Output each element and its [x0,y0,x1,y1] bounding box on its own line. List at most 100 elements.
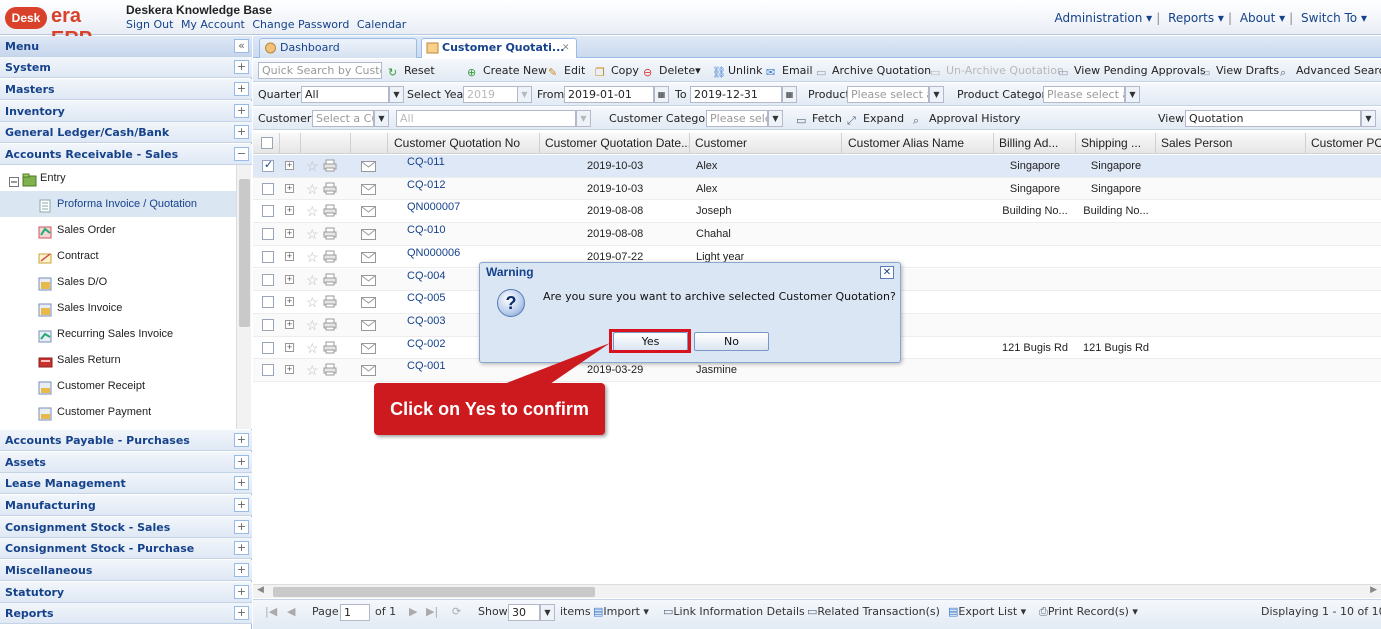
customer-category-select[interactable]: Please sele [706,110,768,127]
expand-row-icon[interactable]: + [285,342,294,352]
customer-all-select[interactable]: All [396,110,576,127]
next-page-icon[interactable]: ▶ [409,600,417,624]
printer-icon[interactable] [323,204,337,217]
col-sales-person[interactable]: Sales Person [1156,133,1306,154]
tab-customer-quotation[interactable]: Customer Quotati... ✕ [421,38,577,58]
chevron-down-icon[interactable]: ▼ [389,86,404,103]
sidebar-scrollbar[interactable] [236,165,251,429]
mail-icon[interactable] [361,229,376,241]
chevron-down-icon[interactable]: ▼ [374,110,389,127]
delete-button[interactable]: ⊖ Delete▾ [643,59,701,81]
calendar-icon[interactable]: ▦ [782,86,797,103]
related-transactions-button[interactable]: ▭Related Transaction(s) [807,600,940,624]
row-checkbox[interactable] [262,158,274,172]
mail-icon[interactable] [361,319,376,331]
printer-icon[interactable] [323,341,337,354]
quotation-number[interactable]: CQ-012 [407,178,446,200]
star-icon[interactable]: ☆ [306,316,319,334]
tree-item-sales-order[interactable]: Sales Order [0,217,236,243]
table-row[interactable]: + ☆ CQ-012 2019-10-03 Alex Singapore Singapore [253,177,1381,201]
mail-icon[interactable] [361,183,376,195]
expand-row-icon[interactable]: + [285,183,294,193]
reset-button[interactable]: ↻ Reset [388,59,435,81]
tree-item-customer-receipt[interactable]: Customer Receipt [0,373,236,399]
to-date-input[interactable]: 2019-12-31 [690,86,782,103]
sidebar-section-miscellaneous[interactable]: Miscellaneous + [0,560,252,581]
expand-icon[interactable]: + [234,606,249,620]
expand-icon[interactable]: + [234,563,249,577]
page-size-select[interactable]: 30 [508,604,540,621]
sidebar-section-consignment-sales[interactable]: Consignment Stock - Sales + [0,517,252,538]
printer-icon[interactable] [323,227,337,240]
export-list-button[interactable]: ▤Export List ▾ [948,600,1026,624]
quotation-number[interactable]: QN000006 [407,246,460,268]
from-date-input[interactable]: 2019-01-01 [564,86,654,103]
unarchive-quotation-button[interactable]: ▭ Un-Archive Quotation [930,59,1064,81]
quotation-number[interactable]: CQ-003 [407,314,446,336]
first-page-icon[interactable]: |◀ [265,600,277,624]
printer-icon[interactable] [323,273,337,286]
close-icon[interactable]: ✕ [880,266,894,279]
printer-icon[interactable] [323,159,337,172]
tree-item-customer-payment[interactable]: Customer Payment [0,399,236,425]
star-icon[interactable]: ☆ [306,225,319,243]
col-quotation-date[interactable]: Customer Quotation Date... [540,133,690,154]
sidebar-section-consignment-purchase[interactable]: Consignment Stock - Purchase + [0,538,252,559]
printer-icon[interactable] [323,295,337,308]
scroll-right-icon[interactable]: ▶ [1370,585,1377,595]
table-row[interactable]: + ☆ QN000007 2019-08-08 Joseph Building No...… [253,200,1381,224]
printer-icon[interactable] [323,182,337,195]
sidebar-section-statutory[interactable]: Statutory + [0,582,252,603]
grid-horizontal-scrollbar[interactable]: ◀ ▶ [253,584,1381,598]
view-select[interactable]: Quotation [1185,110,1361,127]
sign-out-link[interactable]: Sign Out [126,18,173,31]
chevron-down-icon[interactable]: ▼ [768,110,783,127]
printer-icon[interactable] [323,363,337,376]
printer-icon[interactable] [323,318,337,331]
tree-item-sales-do[interactable]: Sales D/O [0,269,236,295]
prev-page-icon[interactable]: ◀ [287,600,295,624]
star-icon[interactable]: ☆ [306,361,319,379]
approval-history-button[interactable]: ⌕ Approval History [913,107,1020,129]
sidebar-section-masters[interactable]: Masters + [0,79,252,100]
print-records-button[interactable]: ⎙Print Record(s) ▾ [1039,600,1138,624]
mail-icon[interactable] [361,161,376,172]
sidebar-section-reports[interactable]: Reports + [0,603,252,624]
scrollbar-thumb[interactable] [273,587,595,597]
row-checkbox[interactable] [262,250,274,263]
col-customer-po[interactable]: Customer PO [1306,133,1381,154]
expand-row-icon[interactable]: + [285,319,294,329]
chevron-down-icon[interactable]: ▼ [576,110,591,127]
tree-root-entry[interactable]: Entry [0,165,236,191]
col-customer[interactable]: Customer [690,133,842,154]
expand-icon[interactable]: + [234,520,249,534]
mail-icon[interactable] [361,251,376,263]
deskera-logo[interactable]: Desk era ERP [5,5,115,50]
copy-button[interactable]: ❐ Copy [595,59,639,81]
email-button[interactable]: ✉ Email [766,59,813,81]
tree-item-proforma-invoice[interactable]: Proforma Invoice / Quotation [0,191,236,217]
advanced-search-button[interactable]: ⌕Advanced Search [1280,59,1381,81]
expand-row-icon[interactable]: + [285,297,294,307]
refresh-icon[interactable]: ⟳ [452,600,461,624]
col-customer-alias[interactable]: Customer Alias Name [842,133,994,154]
chevron-down-icon[interactable]: ▼ [517,86,532,103]
col-quotation-no[interactable]: Customer Quotation No [388,133,540,154]
product-select[interactable]: Please select a [847,86,929,103]
expand-icon[interactable]: + [234,60,249,74]
tree-item-sales-return[interactable]: Sales Return [0,347,236,373]
fetch-button[interactable]: ▭ Fetch [796,107,842,129]
select-all-column[interactable] [253,133,280,154]
star-icon[interactable]: ☆ [306,180,319,198]
collapse-icon[interactable]: − [234,147,249,161]
about-menu[interactable]: About ▾ [1240,11,1285,25]
sidebar-section-system[interactable]: System + [0,57,252,78]
unlink-button[interactable]: ⛓ Unlink [712,59,762,81]
expand-icon[interactable]: + [234,476,249,490]
sidebar-section-manufacturing[interactable]: Manufacturing + [0,495,252,516]
quarter-select[interactable]: All [301,86,389,103]
page-number-input[interactable]: 1 [340,604,370,621]
row-checkbox[interactable] [262,318,274,331]
chevron-down-icon[interactable]: ▼ [929,86,944,103]
expand-icon[interactable]: + [234,585,249,599]
